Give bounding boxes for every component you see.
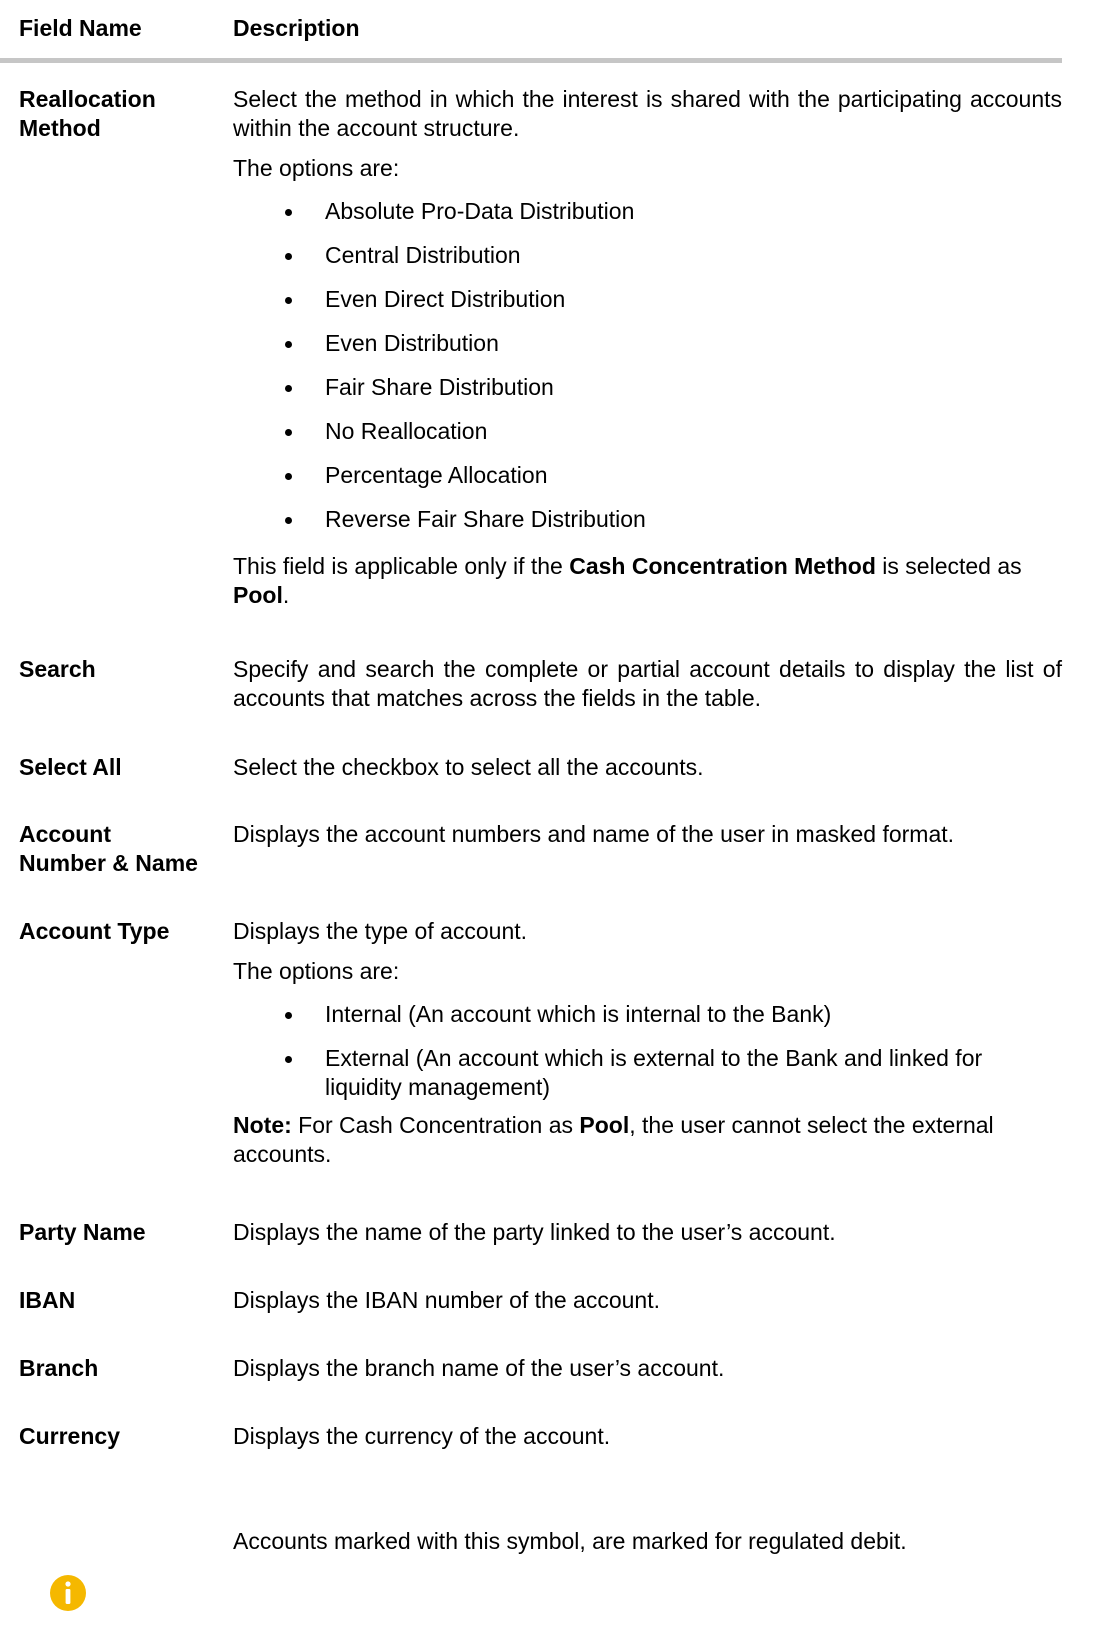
note-text: This field is applicable only if the [233,553,570,579]
field-description: Select the method in which the interest … [233,85,1062,621]
options-intro: The options are: [233,958,400,984]
field-name: Party Name [19,1219,146,1245]
account-type-note: Note: For Cash Concentration as Pool, th… [233,1111,1062,1169]
field-description: Select the checkbox to select all the ac… [233,754,704,780]
list-item: No Reallocation [233,417,1062,461]
header-field-name: Field Name [19,15,142,41]
list-item: Even Direct Distribution [233,285,1062,329]
field-description: Displays the currency of the account. [233,1423,611,1449]
list-item: Even Distribution [233,329,1062,373]
list-item: Fair Share Distribution [233,373,1062,417]
options-intro: The options are: [233,155,400,181]
note-bold: Cash Concentration Method [569,553,876,579]
table-header: Field Name Description [0,0,1062,63]
note-text: . [282,582,290,608]
info-icon [50,1575,86,1611]
list-item: External (An account which is external t… [233,1044,1062,1102]
field-name: IBAN [19,1287,76,1313]
field-name-line: Reallocation [19,86,156,112]
options-list: Absolute Pro-Data Distribution Central D… [233,197,1062,549]
field-name-line: Method [19,115,101,141]
field-description: Displays the branch name of the user’s a… [233,1355,725,1381]
list-item: Absolute Pro-Data Distribution [233,197,1062,241]
note-text: For Cash Concentration as [291,1112,580,1138]
description-text: Displays the type of account. [233,918,528,944]
field-name: Branch [19,1355,99,1381]
field-name: Reallocation Method [19,85,224,143]
header-description: Description [233,15,360,41]
note-label: Note: [233,1112,292,1138]
field-description: Displays the type of account. The option… [233,917,1062,1180]
note-bold: Pool [579,1112,630,1138]
field-description: Displays the IBAN number of the account. [233,1287,660,1313]
info-symbol-description: Accounts marked with this symbol, are ma… [233,1528,907,1554]
field-name: Currency [19,1423,120,1449]
list-item: Percentage Allocation [233,461,1062,505]
field-name: Account Type [19,918,170,944]
field-description: Displays the name of the party linked to… [233,1219,836,1245]
field-description: Specify and search the complete or parti… [233,656,1062,711]
applicability-note: This field is applicable only if the Cas… [233,552,1062,610]
note-text: is selected as [875,553,1022,579]
note-bold: Pool [233,582,283,608]
description-text: Select the method in which the interest … [233,86,1062,141]
field-description: Displays the account numbers and name of… [233,821,955,847]
options-list: Internal (An account which is internal t… [233,1000,1062,1102]
field-name-line: Account [19,821,111,847]
field-name-line: Number & Name [19,850,198,876]
list-item: Reverse Fair Share Distribution [233,505,1062,549]
list-item: Central Distribution [233,241,1062,285]
field-name: Select All [19,754,122,780]
list-item: Internal (An account which is internal t… [233,1000,1062,1044]
field-name: Search [19,656,96,682]
field-name: Account Number & Name [19,820,224,878]
